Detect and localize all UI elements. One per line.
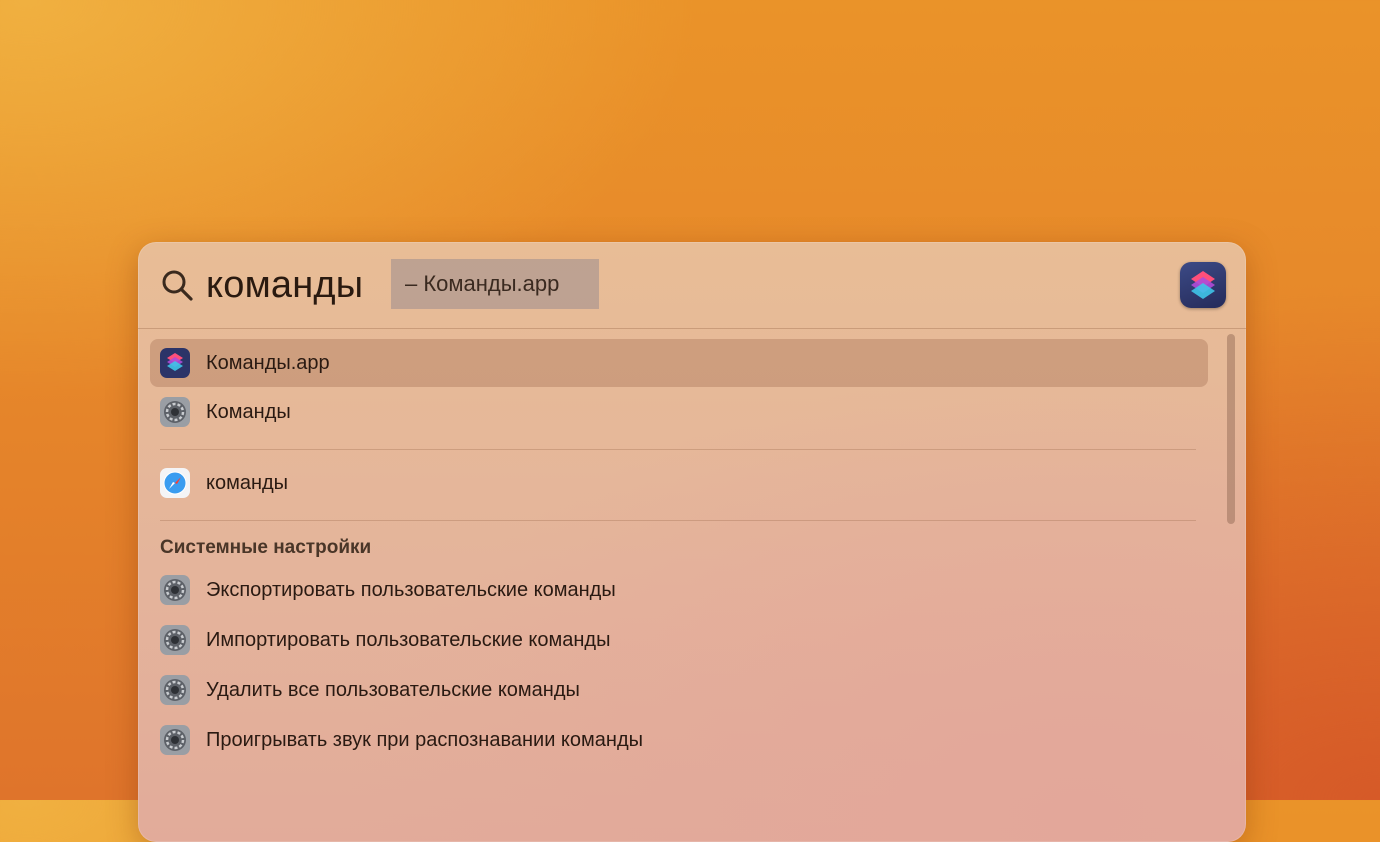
result-label: Импортировать пользовательские команды xyxy=(206,629,611,651)
search-bar[interactable]: команды – Команды.app xyxy=(138,242,1246,328)
scrollbar-thumb[interactable] xyxy=(1227,334,1235,524)
safari-icon xyxy=(160,468,190,498)
search-icon xyxy=(162,270,193,301)
system-settings-icon xyxy=(160,397,190,427)
shortcuts-app-icon[interactable] xyxy=(1180,262,1226,308)
result-row-settings-commands[interactable]: Команды xyxy=(150,388,1208,436)
result-label: Удалить все пользовательские команды xyxy=(206,679,580,701)
section-title-system-settings: Системные настройки xyxy=(160,537,372,558)
spotlight-panel: команды – Команды.app Команды.app Команд… xyxy=(138,242,1246,842)
result-row-shortcuts-app[interactable]: Команды.app xyxy=(150,339,1208,387)
result-label: Экспортировать пользовательские команды xyxy=(206,579,616,601)
results-scrollbar[interactable] xyxy=(1224,334,1238,834)
shortcuts-app-icon xyxy=(160,348,190,378)
system-settings-icon xyxy=(160,675,190,705)
system-settings-icon xyxy=(160,625,190,655)
result-row-web-search[interactable]: команды xyxy=(150,459,1208,507)
result-label: Проигрывать звук при распознавании коман… xyxy=(206,729,643,751)
search-completion-suggestion[interactable]: – Команды.app xyxy=(391,259,599,309)
result-row-import-commands[interactable]: Импортировать пользовательские команды xyxy=(150,616,1208,664)
result-row-delete-commands[interactable]: Удалить все пользовательские команды xyxy=(150,666,1208,714)
system-settings-icon xyxy=(160,575,190,605)
result-row-export-commands[interactable]: Экспортировать пользовательские команды xyxy=(150,566,1208,614)
result-row-play-sound[interactable]: Проигрывать звук при распознавании коман… xyxy=(150,716,1208,764)
search-input[interactable]: команды xyxy=(206,260,363,310)
result-label: команды xyxy=(206,472,289,494)
section-divider xyxy=(160,520,1196,521)
result-label: Команды.app xyxy=(206,352,330,374)
section-divider xyxy=(160,449,1196,450)
results-list: Команды.app Команды команды Системные на… xyxy=(138,329,1246,842)
system-settings-icon xyxy=(160,725,190,755)
result-label: Команды xyxy=(206,401,291,423)
